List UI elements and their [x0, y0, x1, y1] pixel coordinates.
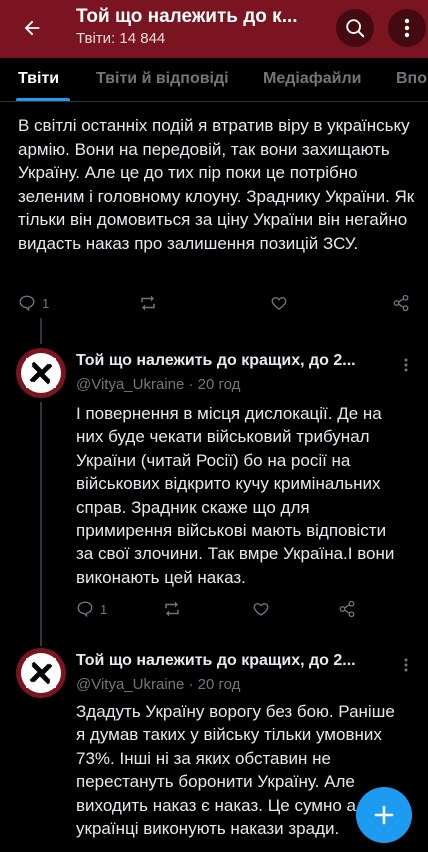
reply-count: 1	[100, 601, 108, 617]
profile-header: Той що належить до к... Твіти: 14 844	[0, 0, 428, 58]
more-options-button[interactable]	[388, 9, 426, 47]
retweet-button[interactable]	[138, 294, 158, 312]
share-icon	[339, 600, 355, 618]
tab-tweets-and-replies[interactable]: Твіти й відповіді	[96, 70, 229, 88]
reply-icon	[77, 601, 93, 618]
plus-icon	[374, 805, 394, 825]
retweet-button[interactable]	[162, 600, 182, 618]
share-button[interactable]	[392, 294, 410, 312]
tab-tweets[interactable]: Твіти	[18, 70, 59, 88]
reply-count: 1	[42, 295, 50, 311]
author-name[interactable]: Той що належить до кращих, до 2...	[76, 652, 356, 670]
compose-tweet-button[interactable]	[356, 787, 412, 843]
tab-media[interactable]: Медіафайли	[263, 70, 361, 88]
thread-line	[40, 318, 42, 344]
retweet-icon	[165, 601, 179, 617]
avatar[interactable]	[16, 348, 66, 398]
page-title: Той що належить до к...	[76, 6, 298, 27]
back-arrow-icon	[24, 20, 40, 36]
share-icon	[393, 294, 409, 312]
search-icon	[346, 19, 365, 38]
more-vertical-icon	[404, 18, 410, 38]
tweet-count: Твіти: 14 844	[76, 30, 166, 47]
active-tab-indicator	[16, 98, 70, 101]
thread-line	[40, 402, 42, 646]
author-handle: @Vitya_Ukraine · 20 год	[76, 376, 241, 393]
profile-tabs: Твіти Твіти й відповіді Медіафайли Впо	[0, 58, 428, 102]
tweet-menu-button[interactable]	[399, 655, 413, 675]
avatar-logo-icon	[21, 653, 61, 693]
author-handle: @Vitya_Ukraine · 20 год	[76, 676, 241, 693]
share-button[interactable]	[338, 600, 356, 618]
tweet-actions: 1	[76, 600, 416, 622]
avatar[interactable]	[16, 648, 66, 698]
tweet-text: В світлі останніх подій я втратив віру в…	[18, 116, 415, 253]
retweet-icon	[141, 295, 155, 311]
author-name[interactable]: Той що належить до кращих, до 2...	[76, 352, 356, 370]
tweet-text: І повернення в місця дислокації. Де на н…	[76, 404, 395, 587]
heart-icon	[271, 297, 287, 310]
heart-icon	[253, 603, 269, 616]
tweet-menu-button[interactable]	[399, 355, 413, 375]
avatar-logo-icon	[21, 353, 61, 393]
reply-button[interactable]: 1	[18, 294, 49, 312]
like-button[interactable]	[270, 294, 288, 312]
tab-likes[interactable]: Впо	[396, 70, 427, 88]
reply-icon	[19, 295, 35, 312]
tweet-actions: 1	[18, 294, 418, 316]
back-button[interactable]	[14, 10, 50, 46]
reply-button[interactable]: 1	[76, 600, 107, 618]
search-button[interactable]	[336, 9, 374, 47]
more-vertical-icon	[404, 658, 408, 672]
more-vertical-icon	[404, 358, 408, 372]
like-button[interactable]	[252, 600, 270, 618]
